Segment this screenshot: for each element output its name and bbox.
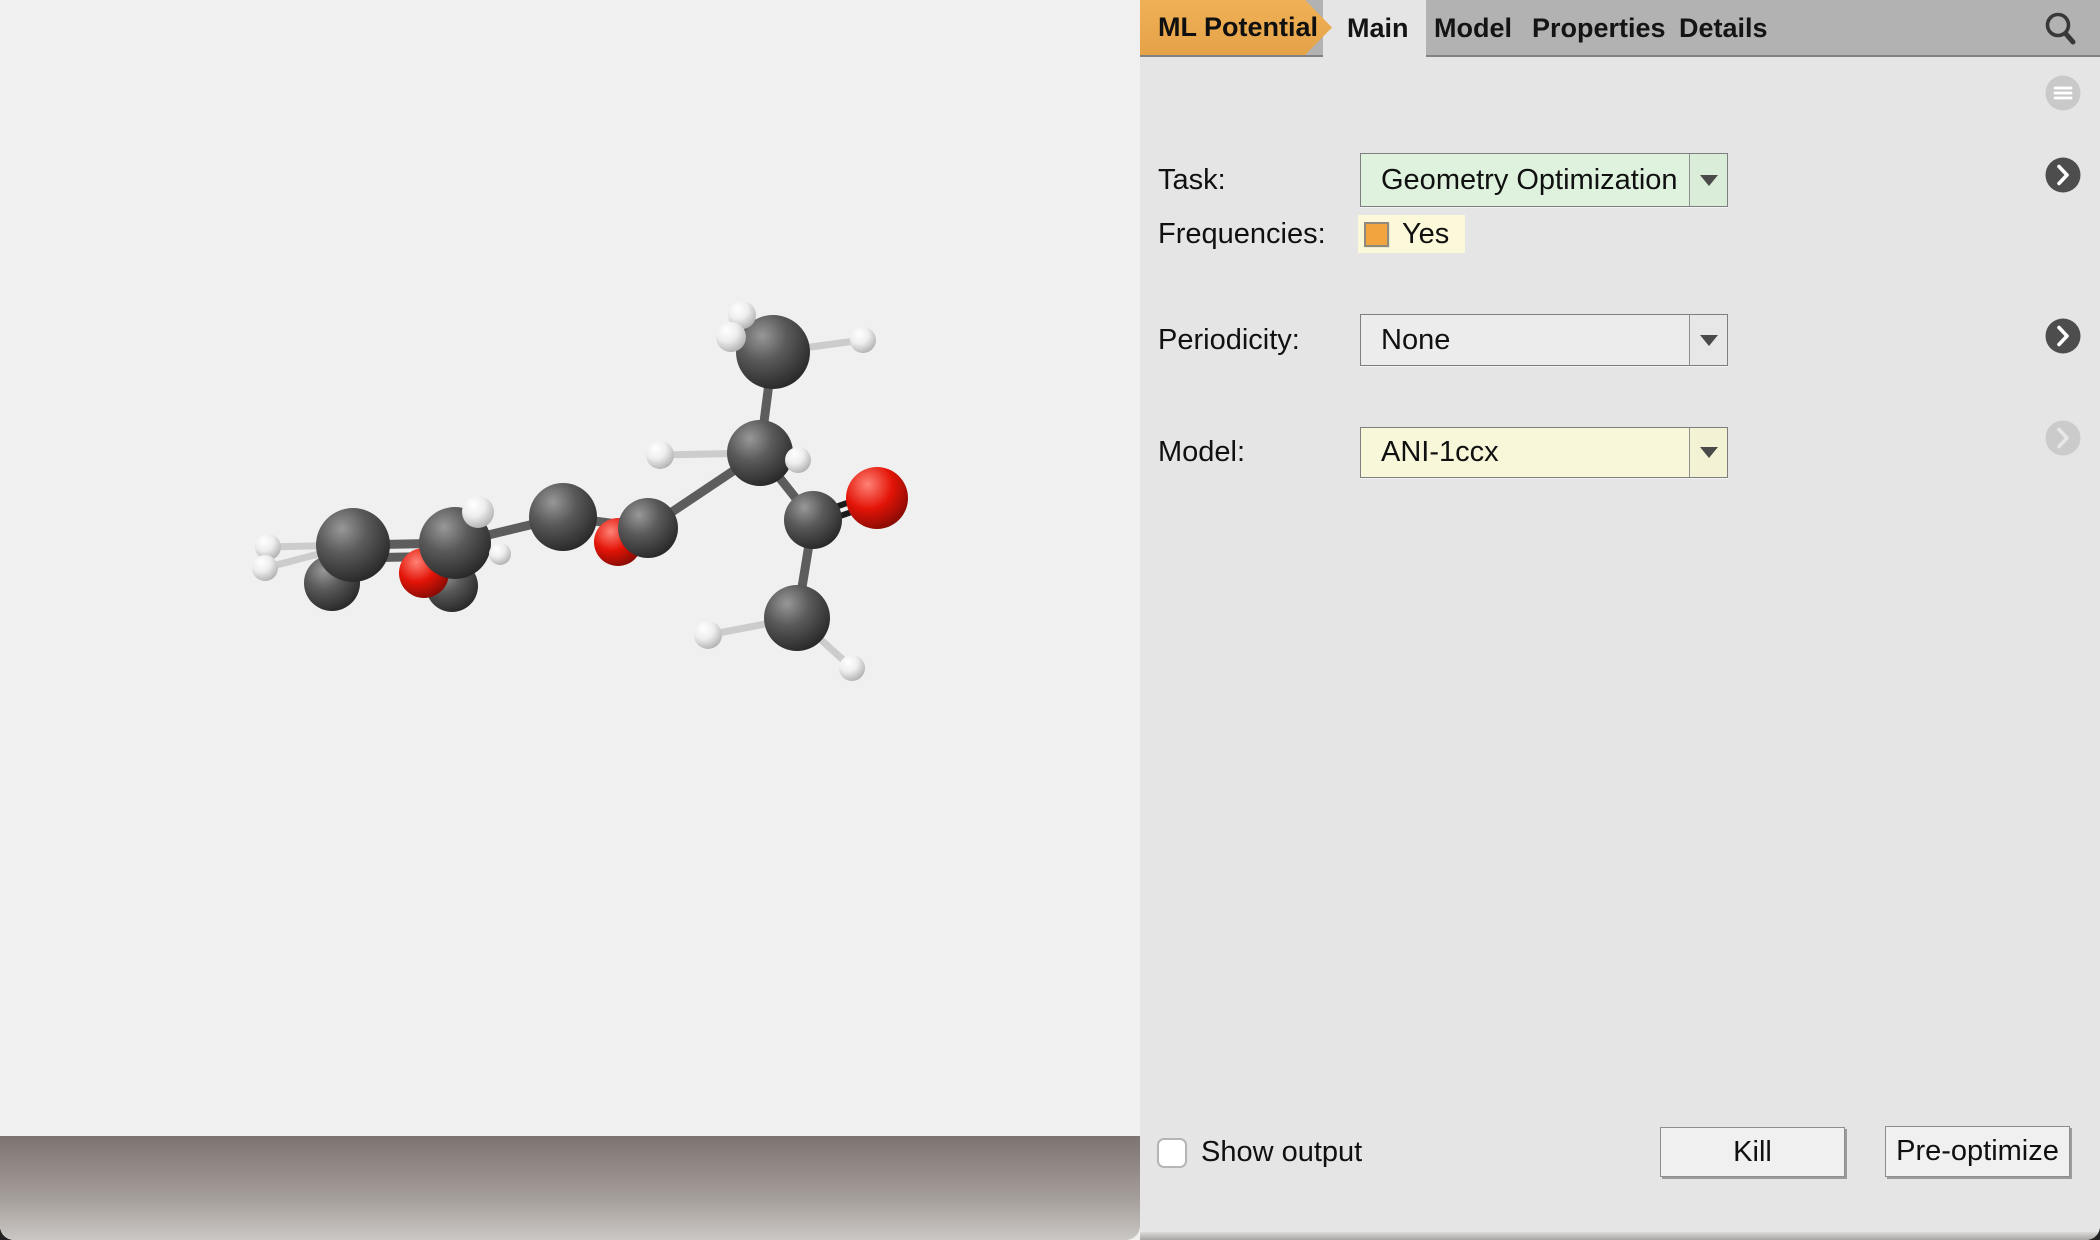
show-output-label: Show output — [1201, 1136, 1362, 1169]
atom-c[interactable] — [316, 508, 390, 582]
atom-h[interactable] — [489, 543, 511, 565]
molecule-render — [0, 0, 1140, 1136]
model-detail-button-disabled — [2043, 418, 2083, 458]
frequencies-label: Frequencies: — [1158, 215, 1326, 253]
kill-button[interactable]: Kill — [1660, 1127, 1845, 1177]
show-output-checkbox[interactable] — [1157, 1138, 1187, 1168]
periodicity-dropdown-arrow-icon[interactable] — [1689, 315, 1727, 365]
atom-c[interactable] — [618, 498, 678, 558]
molecule-viewer[interactable]: C O N H Cl X — [0, 0, 1140, 1240]
frequencies-value: Yes — [1402, 218, 1449, 251]
atom-h[interactable] — [462, 496, 494, 528]
search-icon[interactable] — [2039, 5, 2083, 51]
task-value: Geometry Optimization — [1381, 154, 1678, 206]
task-dropdown[interactable]: Geometry Optimization — [1360, 153, 1728, 207]
atom-h[interactable] — [785, 447, 811, 473]
panel-title-tag: ML Potential — [1140, 0, 1332, 55]
model-value: ANI-1ccx — [1381, 428, 1499, 477]
tab-properties[interactable]: Properties — [1532, 0, 1666, 55]
atom-h[interactable] — [839, 655, 865, 681]
show-output-row: Show output — [1157, 1136, 1362, 1169]
window-bottom-edge — [1140, 1232, 2100, 1240]
tab-model[interactable]: Model — [1434, 0, 1512, 55]
atom-h[interactable] — [252, 555, 278, 581]
atom-h[interactable] — [716, 322, 746, 352]
model-dropdown-arrow-icon[interactable] — [1689, 428, 1727, 477]
atom-h[interactable] — [850, 327, 876, 353]
tab-bar: ML Potential Main Model Properties Detai… — [1140, 0, 2100, 57]
viewer-bottom-bar: C O N H Cl X — [0, 1136, 1140, 1240]
tabbar-divider — [1140, 55, 2100, 57]
atom-h[interactable] — [646, 441, 674, 469]
model-dropdown[interactable]: ANI-1ccx — [1360, 427, 1728, 478]
atom-c[interactable] — [529, 483, 597, 551]
application-window: C O N H Cl X — [0, 0, 2100, 1240]
control-panel: ML Potential Main Model Properties Detai… — [1140, 0, 2100, 1240]
periodicity-label: Periodicity: — [1158, 314, 1300, 366]
atom-h[interactable] — [694, 621, 722, 649]
periodicity-value: None — [1381, 315, 1450, 365]
atom-c[interactable] — [784, 491, 842, 549]
task-label: Task: — [1158, 153, 1226, 207]
task-detail-button[interactable] — [2043, 155, 2083, 195]
atom-c[interactable] — [727, 420, 793, 486]
panel-menu-button[interactable] — [2043, 73, 2083, 113]
periodicity-detail-button[interactable] — [2043, 316, 2083, 356]
model-label: Model: — [1158, 427, 1245, 478]
tab-details[interactable]: Details — [1679, 0, 1768, 55]
periodicity-dropdown[interactable]: None — [1360, 314, 1728, 366]
atom-c[interactable] — [764, 585, 830, 651]
frequencies-field: Yes — [1358, 215, 1465, 253]
frequencies-checkbox[interactable] — [1364, 222, 1389, 247]
atom-o[interactable] — [846, 467, 908, 529]
tab-main[interactable]: Main — [1347, 0, 1409, 55]
pre-optimize-button[interactable]: Pre-optimize — [1885, 1126, 2070, 1177]
panel-title: ML Potential — [1158, 12, 1318, 43]
task-dropdown-arrow-icon[interactable] — [1689, 154, 1727, 206]
